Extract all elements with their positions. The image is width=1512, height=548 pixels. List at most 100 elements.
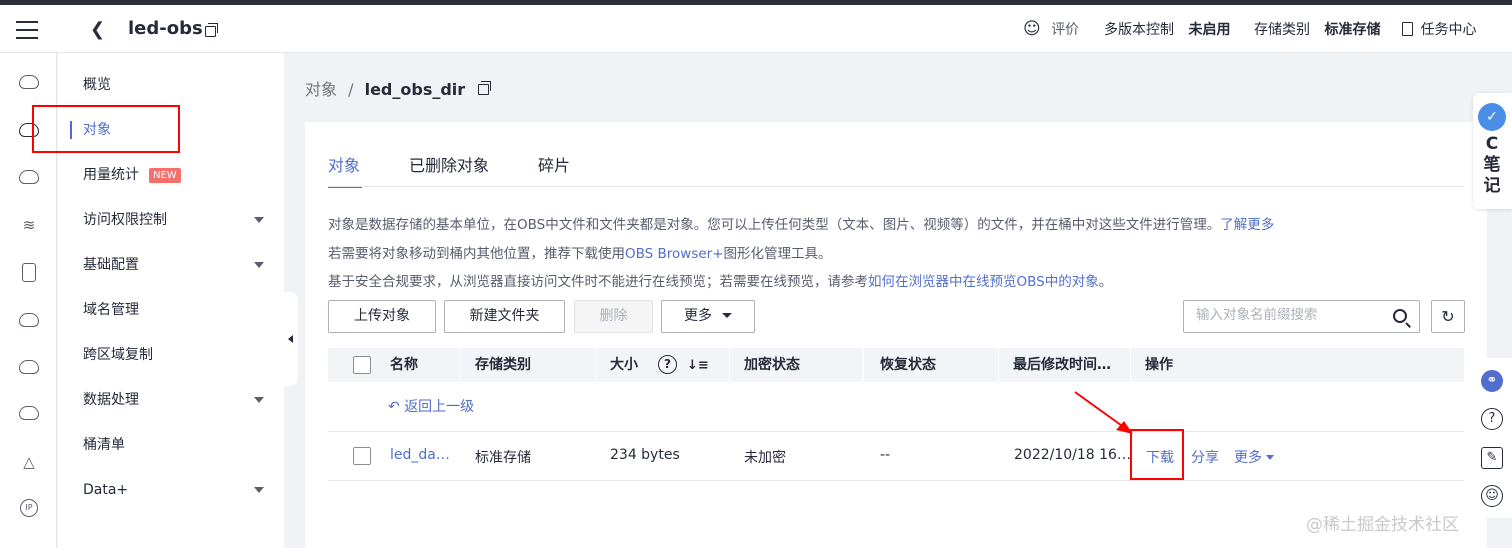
row-checkbox[interactable] xyxy=(353,447,371,465)
annotation-box-download xyxy=(1130,429,1184,480)
breadcrumb-separator: / xyxy=(348,80,354,99)
object-name-link[interactable]: led_da… xyxy=(390,447,450,463)
more-actions-link[interactable]: 更多 xyxy=(1234,447,1274,467)
tab-objects[interactable]: 对象 xyxy=(328,152,362,188)
note-logo-icon: ✓ xyxy=(1478,103,1506,131)
copy-icon[interactable] xyxy=(205,23,218,37)
search-input[interactable] xyxy=(1196,307,1376,323)
storage-class-value: 标准存储 xyxy=(1324,22,1381,38)
smile-icon: ☺ xyxy=(1023,19,1041,39)
column-divider xyxy=(459,348,460,382)
note-widget[interactable]: ✓ C 笔 记 xyxy=(1473,93,1512,209)
preview-guide-link[interactable]: 如何在浏览器中在线预览OBS中的对象 xyxy=(868,274,1099,290)
breadcrumb: 对象 / led_obs_dir xyxy=(305,76,492,100)
description-text: 图形化管理工具。 xyxy=(723,246,832,262)
refresh-icon: ↻ xyxy=(1441,307,1455,326)
back-arrow-icon: ↶ xyxy=(388,399,405,415)
cell-encryption: 未加密 xyxy=(744,450,786,466)
question-icon[interactable]: ? xyxy=(1481,408,1503,430)
cloud-sync-icon[interactable] xyxy=(19,406,39,424)
col-actions: 操作 xyxy=(1145,357,1173,373)
col-encryption: 加密状态 xyxy=(744,357,800,373)
objects-panel: 对象 已删除对象 碎片 对象是数据存储的基本单位，在OBS中文件和文件夹都是对象… xyxy=(305,122,1487,548)
review-link[interactable]: ☺ 评价 xyxy=(1023,19,1079,39)
clipboard-icon xyxy=(1402,22,1413,36)
sidebar-item-data-processing[interactable]: 数据处理 xyxy=(58,382,284,418)
table-header: 名称 存储类别 大小? ↓≡ 加密状态 恢复状态 最后修改时间… 操作 xyxy=(328,348,1464,382)
breadcrumb-parent[interactable]: 对象 xyxy=(305,80,337,99)
sidebar-collapse-toggle[interactable] xyxy=(284,292,298,386)
review-label: 评价 xyxy=(1051,22,1080,38)
headset-icon[interactable]: ⚭ xyxy=(1481,370,1503,392)
top-header: ❮ led-obs ☺ 评价 多版本控制 未启用 存储类别 标准存储 任务中心 xyxy=(0,5,1512,53)
description-text: 。 xyxy=(1098,274,1113,290)
learn-more-link[interactable]: 了解更多 xyxy=(1220,217,1274,233)
versioning-value: 未启用 xyxy=(1188,22,1231,38)
new-folder-button[interactable]: 新建文件夹 xyxy=(444,300,565,333)
bucket-title: led-obs xyxy=(128,18,203,39)
back-link-label: 返回上一级 xyxy=(404,399,475,415)
note-char: 记 xyxy=(1483,176,1501,196)
storage-class-label: 存储类别 xyxy=(1254,22,1310,38)
sidebar-item-access-control[interactable]: 访问权限控制 xyxy=(58,202,284,238)
sidebar-item-overview[interactable]: 概览 xyxy=(58,67,284,103)
tab-divider xyxy=(328,186,1464,187)
select-all-checkbox[interactable] xyxy=(353,356,371,374)
back-to-parent-link[interactable]: ↶ 返回上一级 xyxy=(388,396,474,416)
sort-icon[interactable]: ↓≡ xyxy=(687,349,709,383)
breadcrumb-current: led_obs_dir xyxy=(364,80,466,99)
cloud-db-icon[interactable] xyxy=(19,170,39,188)
menu-icon[interactable] xyxy=(16,21,38,39)
sidebar-item-domain[interactable]: 域名管理 xyxy=(58,292,284,328)
sidebar-item-data-plus[interactable]: Data+ xyxy=(58,472,284,508)
wave-icon[interactable]: ≋ xyxy=(19,216,39,234)
sidebar-item-usage[interactable]: 用量统计 NEW xyxy=(58,157,284,193)
help-icon[interactable]: ? xyxy=(658,355,677,374)
pyramid-icon[interactable]: △ xyxy=(19,453,39,471)
cell-restore: -- xyxy=(880,447,891,463)
device-icon[interactable] xyxy=(19,263,39,282)
share-link[interactable]: 分享 xyxy=(1191,447,1219,467)
column-divider xyxy=(1130,348,1131,382)
table-row: led_da… 标准存储 234 bytes 未加密 -- 2022/10/18… xyxy=(328,433,1464,481)
cloud-upload-icon[interactable] xyxy=(19,360,39,378)
cloud-storage-icon[interactable] xyxy=(19,75,39,93)
search-icon[interactable] xyxy=(1393,309,1407,323)
sidebar-item-basic-config[interactable]: 基础配置 xyxy=(58,247,284,283)
smile-feedback-icon[interactable]: ☺ xyxy=(1481,485,1503,507)
sidebar-item-label: 基础配置 xyxy=(83,257,139,273)
sidebar-item-label: 数据处理 xyxy=(83,392,139,408)
object-search[interactable] xyxy=(1183,300,1420,333)
caret-down-icon xyxy=(254,262,264,268)
new-badge: NEW xyxy=(149,168,181,183)
refresh-button[interactable]: ↻ xyxy=(1431,300,1465,333)
note-char: 笔 xyxy=(1483,155,1501,175)
caret-down-icon xyxy=(254,487,264,493)
task-center-link[interactable]: 任务中心 xyxy=(1402,19,1476,39)
tab-deleted-objects[interactable]: 已删除对象 xyxy=(409,152,489,176)
cloud-outline-icon[interactable] xyxy=(19,313,39,331)
col-name: 名称 xyxy=(390,357,418,373)
tab-label: 已删除对象 xyxy=(409,156,490,175)
tab-fragments[interactable]: 碎片 xyxy=(538,152,570,176)
delete-button[interactable]: 删除 xyxy=(574,300,653,333)
sidebar-item-label: 访问权限控制 xyxy=(83,212,167,228)
upload-object-button[interactable]: 上传对象 xyxy=(328,300,436,333)
help-toolbar: ⚭ ? ✎ ☺ xyxy=(1473,358,1512,518)
edit-icon[interactable]: ✎ xyxy=(1481,447,1503,469)
description-line-3: 基于安全合规要求，从浏览器直接访问文件时不能进行在线预览；若需要在线预览，请参考… xyxy=(328,270,1112,290)
more-dropdown-button[interactable]: 更多 xyxy=(661,300,755,333)
note-char: C xyxy=(1485,134,1499,154)
ip-icon[interactable]: IP xyxy=(19,499,39,517)
annotation-box-objects xyxy=(32,105,180,153)
back-chevron-icon[interactable]: ❮ xyxy=(90,19,105,40)
more-actions-label: 更多 xyxy=(1234,450,1262,466)
copy-icon[interactable] xyxy=(478,81,492,95)
sidebar-item-label: 桶清单 xyxy=(83,437,125,453)
back-to-parent-row: ↶ 返回上一级 xyxy=(328,382,1464,432)
obs-browser-link[interactable]: OBS Browser+ xyxy=(625,246,724,262)
sidebar-item-replication[interactable]: 跨区域复制 xyxy=(58,337,284,373)
sidebar-item-inventory[interactable]: 桶清单 xyxy=(58,427,284,463)
storage-class-status: 存储类别 标准存储 xyxy=(1254,19,1380,39)
col-storage-class: 存储类别 xyxy=(475,357,531,373)
